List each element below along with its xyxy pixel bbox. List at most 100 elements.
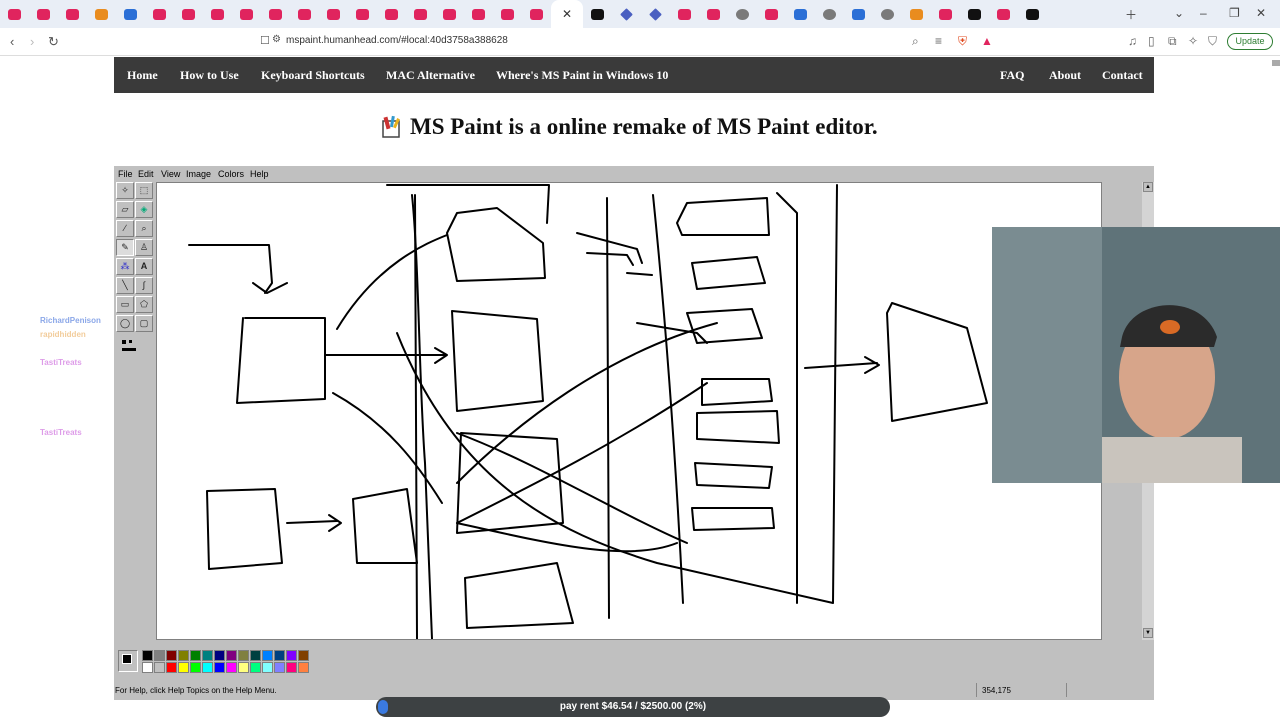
browser-tab[interactable] bbox=[348, 0, 377, 28]
menu-colors[interactable]: Colors bbox=[218, 169, 244, 179]
scroll-up-icon[interactable]: ▲ bbox=[1143, 182, 1153, 192]
palette-swatch[interactable] bbox=[226, 650, 237, 661]
palette-swatch[interactable] bbox=[262, 662, 273, 673]
browser-tab[interactable] bbox=[319, 0, 348, 28]
scroll-down-icon[interactable]: ▼ bbox=[1143, 628, 1153, 638]
brave-shield-icon[interactable]: ⛨ bbox=[958, 34, 967, 49]
browser-tab[interactable] bbox=[522, 0, 551, 28]
nav-keyboard-shortcuts[interactable]: Keyboard Shortcuts bbox=[261, 68, 365, 83]
drawing-canvas[interactable] bbox=[156, 182, 1102, 640]
palette-swatch[interactable] bbox=[190, 650, 201, 661]
palette-swatch[interactable] bbox=[154, 662, 165, 673]
palette-swatch[interactable] bbox=[298, 662, 309, 673]
back-icon[interactable]: ‹ bbox=[10, 34, 14, 49]
browser-tab[interactable] bbox=[931, 0, 960, 28]
palette-swatch[interactable] bbox=[166, 662, 177, 673]
browser-tab[interactable] bbox=[699, 0, 728, 28]
select-tool-icon[interactable]: ⬚ bbox=[135, 182, 153, 199]
browser-tab[interactable] bbox=[290, 0, 319, 28]
menu-icon[interactable] bbox=[1272, 60, 1280, 66]
palette-swatch[interactable] bbox=[226, 662, 237, 673]
browser-tab[interactable] bbox=[116, 0, 145, 28]
palette-swatch[interactable] bbox=[178, 662, 189, 673]
browser-tab[interactable] bbox=[493, 0, 522, 28]
palette-swatch[interactable] bbox=[286, 662, 297, 673]
reload-icon[interactable]: ↻ bbox=[48, 34, 59, 50]
pencil-tool-icon[interactable]: ✎ bbox=[116, 239, 134, 256]
browser-tab[interactable] bbox=[612, 0, 641, 28]
nav-about[interactable]: About bbox=[1049, 68, 1081, 83]
palette-swatch[interactable] bbox=[298, 650, 309, 661]
site-info-icon[interactable]: ⚙ bbox=[272, 34, 281, 45]
palette-swatch[interactable] bbox=[274, 650, 285, 661]
curve-tool-icon[interactable]: ∫ bbox=[135, 277, 153, 294]
menu-image[interactable]: Image bbox=[186, 169, 211, 179]
leo-icon[interactable]: ✧ bbox=[1188, 34, 1198, 48]
nav-mac-alternative[interactable]: MAC Alternative bbox=[386, 68, 475, 83]
free-select-tool-icon[interactable]: ✧ bbox=[116, 182, 134, 199]
media-icon[interactable]: ♫ bbox=[1128, 34, 1137, 48]
palette-swatch[interactable] bbox=[166, 650, 177, 661]
nav-how-to-use[interactable]: How to Use bbox=[180, 68, 239, 83]
browser-tab[interactable] bbox=[902, 0, 931, 28]
rounded-rect-tool-icon[interactable]: ▢ bbox=[135, 315, 153, 332]
browser-tab[interactable] bbox=[844, 0, 873, 28]
menu-help[interactable]: Help bbox=[250, 169, 269, 179]
palette-swatch[interactable] bbox=[214, 662, 225, 673]
browser-tab-active[interactable]: ✕ bbox=[551, 0, 583, 28]
new-tab-icon[interactable]: ＋ bbox=[1125, 6, 1137, 23]
brush-tool-icon[interactable]: ♙ bbox=[135, 239, 153, 256]
palette-swatch[interactable] bbox=[154, 650, 165, 661]
palette-swatch[interactable] bbox=[202, 662, 213, 673]
palette-swatch[interactable] bbox=[142, 650, 153, 661]
browser-tab[interactable] bbox=[464, 0, 493, 28]
browser-tab[interactable] bbox=[145, 0, 174, 28]
browser-tab[interactable] bbox=[583, 0, 612, 28]
zoom-icon[interactable]: ⌕ bbox=[912, 34, 919, 49]
browser-tab[interactable] bbox=[203, 0, 232, 28]
ellipse-tool-icon[interactable]: ◯ bbox=[116, 315, 134, 332]
palette-swatch[interactable] bbox=[142, 662, 153, 673]
chevron-down-icon[interactable]: ⌄ bbox=[1174, 6, 1184, 20]
browser-tab[interactable] bbox=[1018, 0, 1047, 28]
palette-swatch[interactable] bbox=[250, 662, 261, 673]
reader-icon[interactable]: ≡ bbox=[935, 34, 942, 48]
nav-where-ms-paint[interactable]: Where's MS Paint in Windows 10 bbox=[496, 68, 668, 83]
brush-size-options[interactable] bbox=[120, 338, 142, 358]
current-color[interactable] bbox=[118, 650, 138, 672]
extensions-icon[interactable]: ⧉ bbox=[1168, 34, 1177, 49]
update-button[interactable]: Update bbox=[1227, 33, 1273, 50]
browser-tab[interactable] bbox=[29, 0, 58, 28]
rewards-icon[interactable]: ▲ bbox=[981, 34, 993, 48]
bookmark-icon[interactable]: ☐ bbox=[260, 34, 270, 47]
line-tool-icon[interactable]: ╲ bbox=[116, 277, 134, 294]
polygon-tool-icon[interactable]: ⬠ bbox=[135, 296, 153, 313]
palette-swatch[interactable] bbox=[250, 650, 261, 661]
browser-tab[interactable] bbox=[989, 0, 1018, 28]
palette-swatch[interactable] bbox=[214, 650, 225, 661]
browser-tab[interactable] bbox=[58, 0, 87, 28]
palette-swatch[interactable] bbox=[190, 662, 201, 673]
airbrush-tool-icon[interactable]: ⁂ bbox=[116, 258, 134, 275]
palette-swatch[interactable] bbox=[178, 650, 189, 661]
browser-tab[interactable] bbox=[873, 0, 902, 28]
browser-tab[interactable] bbox=[377, 0, 406, 28]
url-text[interactable]: mspaint.humanhead.com/#local:40d3758a388… bbox=[286, 35, 508, 46]
magnifier-tool-icon[interactable]: ⌕ bbox=[135, 220, 153, 237]
browser-tab[interactable] bbox=[406, 0, 435, 28]
forward-icon[interactable]: › bbox=[30, 34, 34, 49]
palette-swatch[interactable] bbox=[274, 662, 285, 673]
eraser-tool-icon[interactable]: ▱ bbox=[116, 201, 134, 218]
browser-tab[interactable] bbox=[641, 0, 670, 28]
menu-edit[interactable]: Edit bbox=[138, 169, 154, 179]
palette-swatch[interactable] bbox=[238, 650, 249, 661]
nav-contact[interactable]: Contact bbox=[1102, 68, 1143, 83]
browser-tab[interactable] bbox=[815, 0, 844, 28]
browser-tab[interactable] bbox=[960, 0, 989, 28]
menu-view[interactable]: View bbox=[161, 169, 180, 179]
browser-tab[interactable] bbox=[261, 0, 290, 28]
palette-swatch[interactable] bbox=[202, 650, 213, 661]
close-window-icon[interactable]: ✕ bbox=[1256, 6, 1266, 20]
browser-tab[interactable] bbox=[786, 0, 815, 28]
fill-tool-icon[interactable]: ◈ bbox=[135, 201, 153, 218]
